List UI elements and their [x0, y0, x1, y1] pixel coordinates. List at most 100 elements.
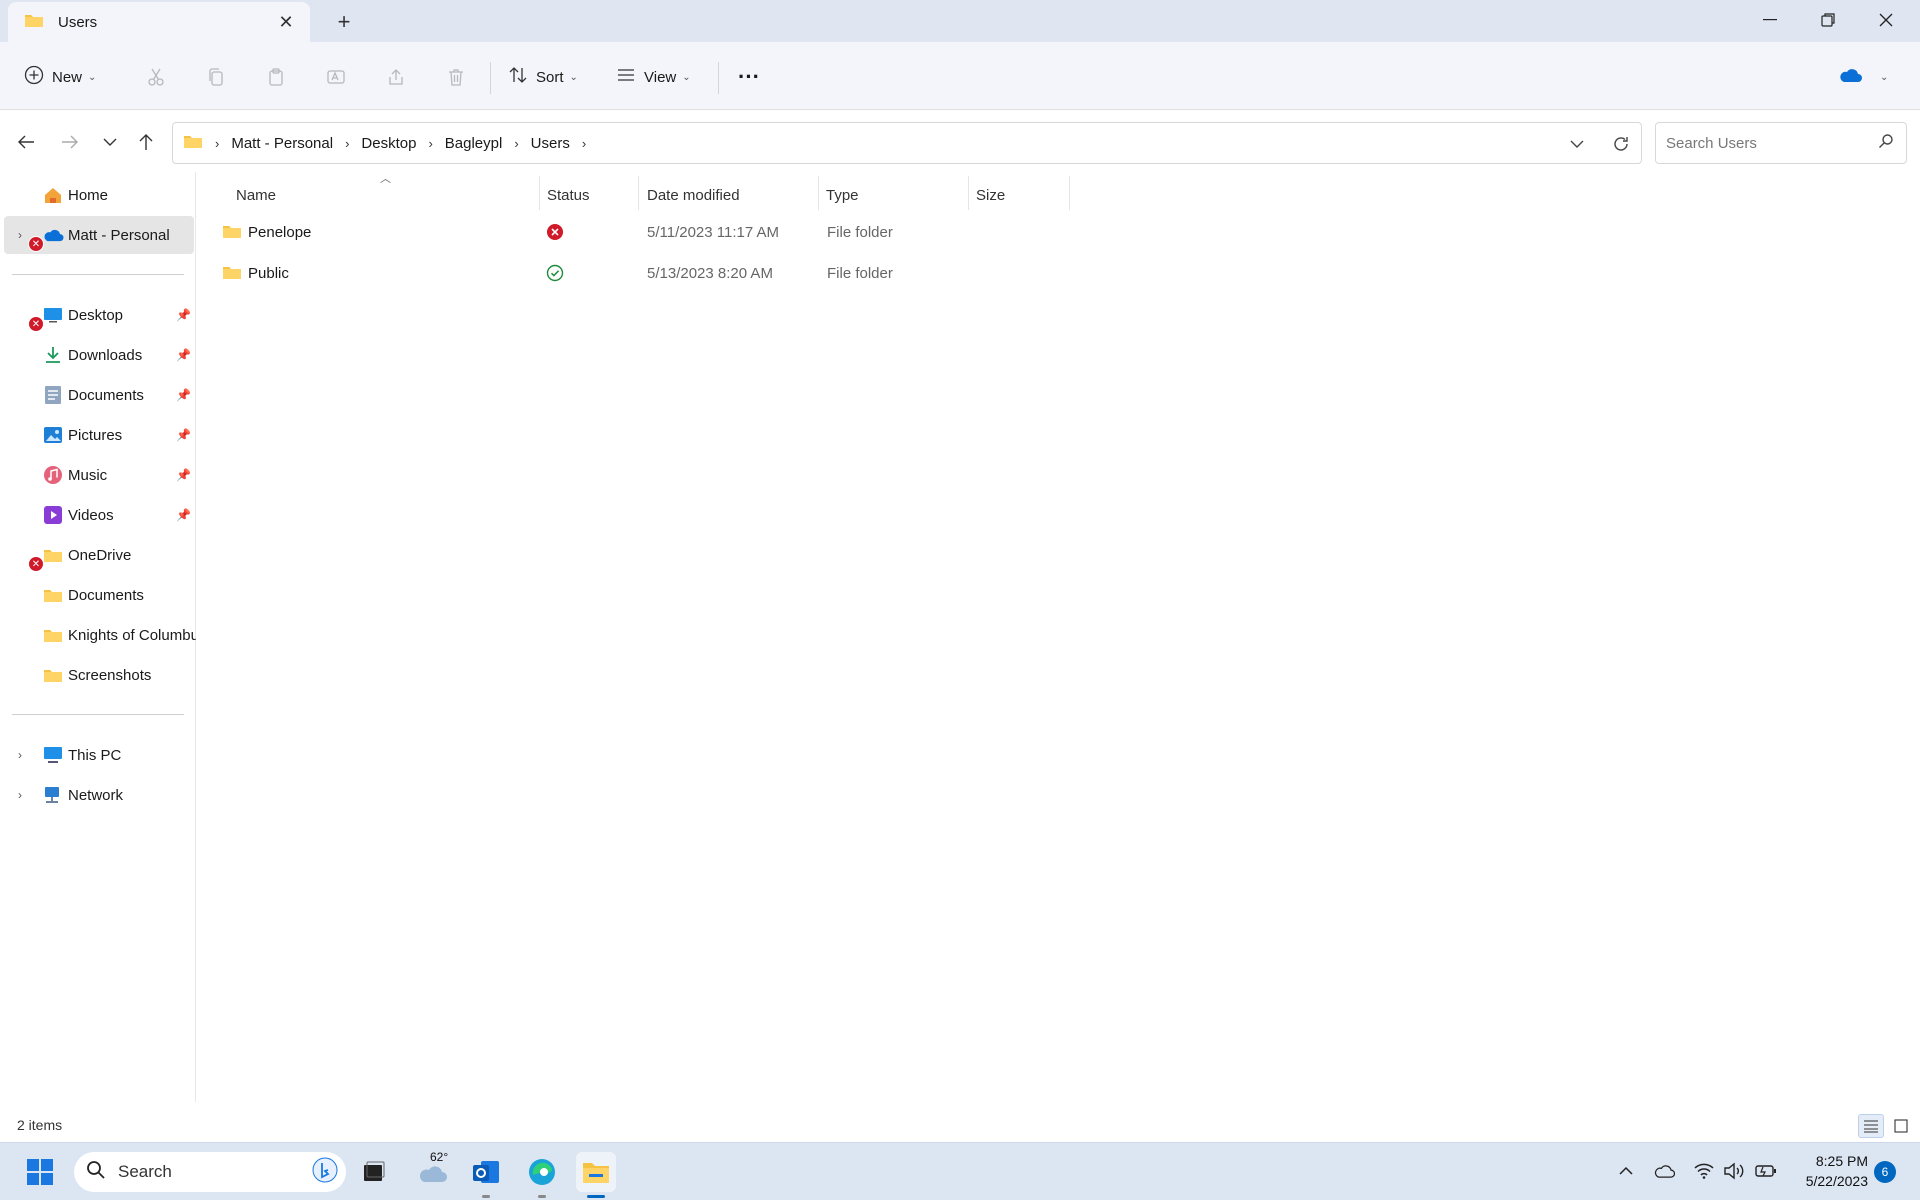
music-icon — [42, 464, 64, 486]
file-name: Penelope — [248, 224, 312, 241]
cut-button[interactable] — [144, 60, 168, 94]
restore-icon[interactable] — [1800, 0, 1856, 40]
address-bar[interactable]: › Matt - Personal › Desktop › Bagleypl ›… — [172, 122, 1642, 164]
chevron-right-icon[interactable]: › — [428, 136, 432, 151]
pin-icon[interactable]: 📌 — [176, 468, 191, 482]
start-icon[interactable] — [20, 1152, 60, 1192]
bing-icon[interactable] — [312, 1157, 338, 1187]
outlook-icon[interactable] — [466, 1152, 506, 1192]
refresh-icon[interactable] — [1609, 132, 1633, 156]
file-row-public[interactable]: Public 5/13/2023 8:20 AM File folder — [210, 256, 1070, 292]
pin-icon[interactable]: 📌 — [176, 388, 191, 402]
chevron-down-icon: ⌄ — [88, 71, 97, 83]
copy-icon — [204, 65, 228, 89]
show-hidden-icons-icon[interactable] — [1614, 1158, 1638, 1184]
notification-badge[interactable]: 6 — [1874, 1161, 1896, 1183]
tab-users[interactable]: Users ✕ — [8, 2, 310, 42]
taskbar-search[interactable]: Search — [74, 1152, 346, 1192]
volume-icon[interactable] — [1722, 1158, 1746, 1184]
recent-locations-button[interactable] — [94, 126, 126, 158]
column-divider[interactable] — [638, 176, 639, 210]
sidebar-item-documents-folder[interactable]: Documents — [4, 576, 194, 614]
breadcrumb-users[interactable]: Users — [531, 135, 570, 152]
column-divider[interactable] — [818, 176, 819, 210]
item-count: 2 items — [17, 1117, 63, 1133]
chevron-right-icon[interactable]: › — [18, 228, 22, 242]
close-window-icon[interactable] — [1858, 0, 1914, 40]
clock[interactable]: 8:25 PM 5/22/2023 — [1790, 1151, 1868, 1191]
sidebar-item-label: Network — [68, 786, 124, 804]
sidebar-item-matt-personal[interactable]: › ✕ Matt - Personal — [4, 216, 194, 254]
address-history-icon[interactable] — [1565, 132, 1589, 156]
view-button[interactable]: View ⌄ — [616, 60, 691, 94]
pin-icon[interactable]: 📌 — [176, 428, 191, 442]
forward-button[interactable] — [54, 126, 86, 158]
documents-icon — [42, 384, 64, 406]
minimize-icon[interactable] — [1742, 0, 1798, 40]
sidebar-item-videos[interactable]: Videos 📌 — [4, 496, 194, 534]
chevron-right-icon[interactable]: › — [18, 748, 22, 762]
file-type: File folder — [827, 224, 893, 241]
new-tab-button[interactable]: + — [330, 8, 358, 36]
sidebar-item-music[interactable]: Music 📌 — [4, 456, 194, 494]
paste-icon — [264, 65, 288, 89]
chevron-right-icon[interactable]: › — [345, 136, 349, 151]
column-header-status[interactable]: Status — [547, 180, 590, 210]
sidebar-item-this-pc[interactable]: › This PC — [4, 736, 194, 774]
breadcrumb-desktop[interactable]: Desktop — [361, 135, 416, 152]
column-header-type[interactable]: Type — [826, 180, 859, 210]
sidebar-item-knights-of-columbus[interactable]: Knights of Columbu — [4, 616, 196, 654]
search-input[interactable]: Search Users — [1655, 122, 1907, 164]
column-divider[interactable] — [539, 176, 540, 210]
chevron-right-icon[interactable]: › — [514, 136, 518, 151]
onedrive-tray-icon[interactable] — [1652, 1158, 1676, 1184]
sidebar-item-label: Documents — [68, 386, 144, 404]
desktop-icon — [42, 304, 64, 326]
sidebar-item-network[interactable]: › Network — [4, 776, 194, 814]
taskbar: Search 62° 8:25 PM 5/22/2023 6 — [0, 1142, 1920, 1200]
sidebar-item-screenshots[interactable]: Screenshots — [4, 656, 194, 694]
paste-button[interactable] — [264, 60, 288, 94]
task-view-icon[interactable] — [354, 1152, 394, 1192]
share-button[interactable] — [384, 60, 408, 94]
chevron-right-icon[interactable]: › — [582, 136, 586, 151]
sync-error-icon: ✕ — [28, 236, 44, 252]
sidebar-item-desktop[interactable]: ✕ Desktop 📌 — [4, 296, 194, 334]
chevron-right-icon[interactable]: › — [18, 788, 22, 802]
pin-icon[interactable]: 📌 — [176, 348, 191, 362]
wifi-icon[interactable] — [1692, 1158, 1716, 1184]
column-divider[interactable] — [1069, 176, 1070, 210]
pin-icon[interactable]: 📌 — [176, 308, 191, 322]
sort-button[interactable]: Sort ⌄ — [508, 60, 578, 94]
close-tab-icon[interactable]: ✕ — [276, 12, 296, 32]
taskbar-search-label: Search — [118, 1162, 172, 1181]
pin-icon[interactable]: 📌 — [176, 508, 191, 522]
more-options-button[interactable]: ··· — [738, 60, 760, 94]
breadcrumb-matt-personal[interactable]: Matt - Personal — [231, 135, 333, 152]
details-view-icon[interactable] — [1858, 1114, 1884, 1138]
delete-button[interactable] — [444, 60, 468, 94]
breadcrumb-bagleypl[interactable]: Bagleypl — [445, 135, 503, 152]
onedrive-status-button[interactable]: ⌄ — [1838, 60, 1888, 94]
file-explorer-icon[interactable] — [576, 1152, 616, 1192]
chevron-down-icon: ⌄ — [1880, 71, 1889, 83]
column-header-date-modified[interactable]: Date modified — [647, 180, 740, 210]
battery-icon[interactable] — [1754, 1158, 1778, 1184]
sidebar-item-home[interactable]: Home — [4, 176, 194, 214]
copy-button[interactable] — [204, 60, 228, 94]
tiles-view-icon[interactable] — [1888, 1114, 1914, 1138]
back-button[interactable] — [10, 126, 42, 158]
new-button[interactable]: New ⌄ — [24, 60, 96, 94]
column-header-name[interactable]: Name — [236, 180, 276, 210]
rename-button[interactable] — [324, 60, 348, 94]
sidebar-item-documents[interactable]: Documents 📌 — [4, 376, 194, 414]
up-button[interactable] — [130, 126, 162, 158]
edge-icon[interactable] — [522, 1152, 562, 1192]
sidebar-item-pictures[interactable]: Pictures 📌 — [4, 416, 194, 454]
file-row-penelope[interactable]: Penelope 5/11/2023 11:17 AM File folder — [210, 215, 1070, 251]
sidebar-item-downloads[interactable]: Downloads 📌 — [4, 336, 194, 374]
column-divider[interactable] — [968, 176, 969, 210]
column-header-size[interactable]: Size — [976, 180, 1005, 210]
sidebar-item-onedrive[interactable]: ✕ OneDrive — [4, 536, 194, 574]
sort-label: Sort — [536, 68, 564, 86]
